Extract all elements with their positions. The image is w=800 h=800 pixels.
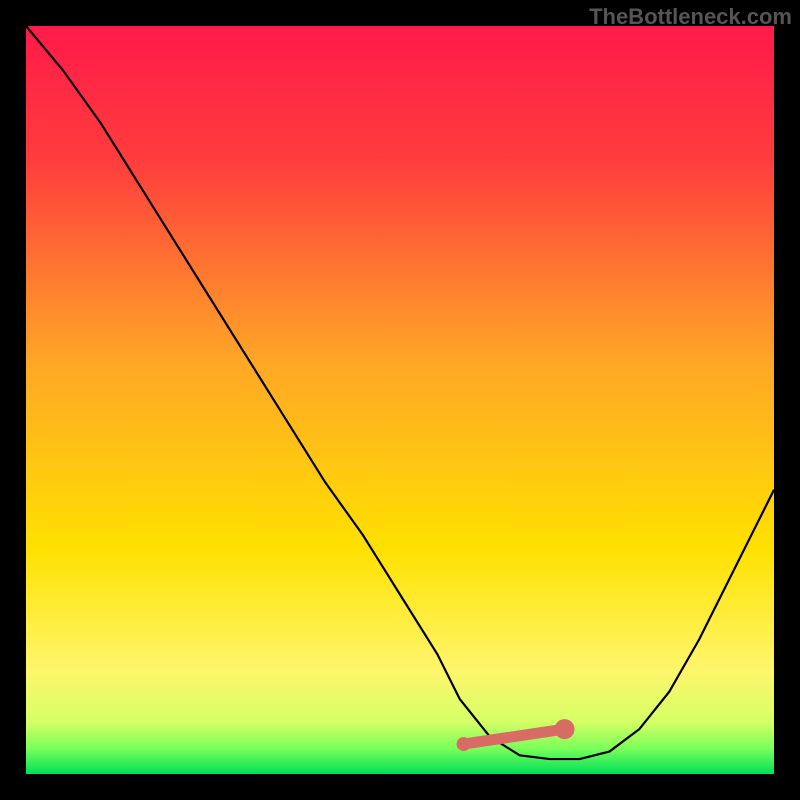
optimal-range-end-dot (555, 719, 575, 739)
watermark-text: TheBottleneck.com (589, 4, 792, 30)
chart-container: TheBottleneck.com (0, 0, 800, 800)
bottleneck-chart (0, 0, 800, 800)
plot-background (26, 26, 774, 774)
optimal-range-start-dot (457, 737, 471, 751)
